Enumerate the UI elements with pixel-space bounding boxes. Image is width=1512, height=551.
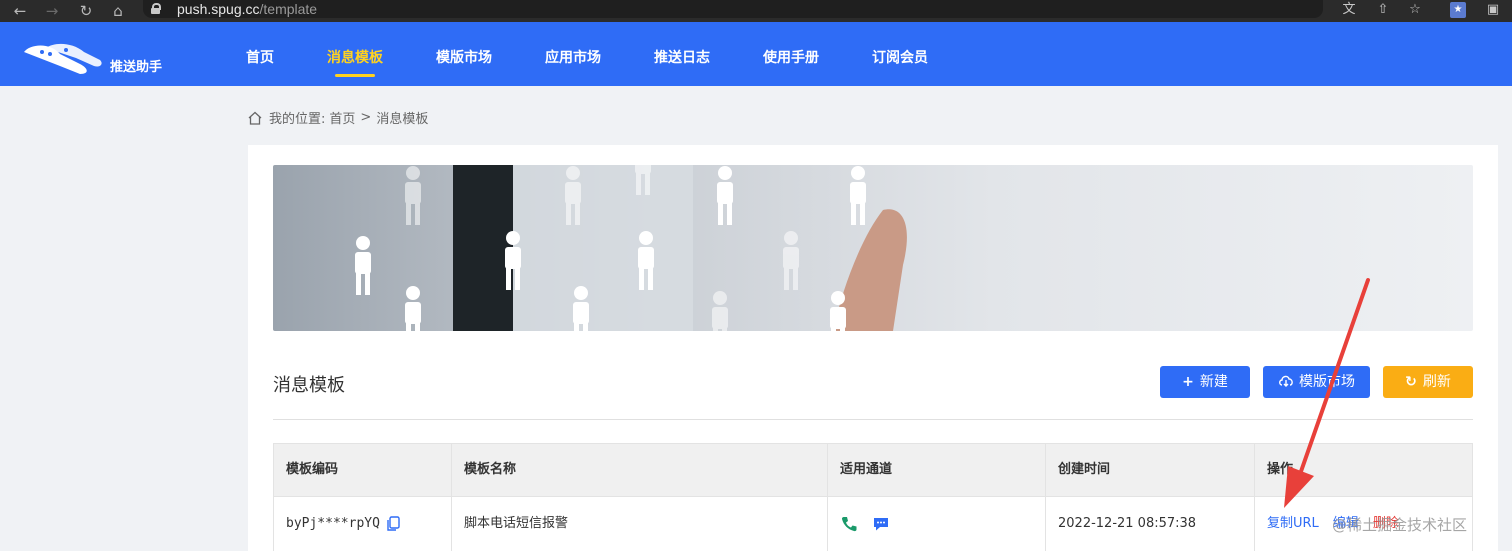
nav-item[interactable]: 应用市场 bbox=[545, 22, 601, 86]
breadcrumb-current: 消息模板 bbox=[376, 112, 429, 127]
template-name-cell: 脚本电话短信报警 bbox=[452, 497, 828, 551]
address-bar[interactable]: push.spug.cc/template bbox=[143, 0, 1323, 18]
column-header: 模板编码 bbox=[274, 444, 452, 496]
reload-icon[interactable]: ↻ bbox=[76, 1, 96, 21]
template-name: 脚本电话短信报警 bbox=[464, 516, 569, 531]
annotation-arrow bbox=[1284, 278, 1370, 508]
plus-icon: + bbox=[1182, 374, 1194, 390]
brand-name: 推送助手 bbox=[110, 60, 163, 75]
breadcrumb-separator: > bbox=[360, 110, 372, 125]
column-header: 适用通道 bbox=[828, 444, 1046, 496]
translate-icon[interactable]: 文 bbox=[1340, 1, 1358, 19]
copy-icon[interactable] bbox=[386, 516, 400, 532]
nav-item[interactable]: 首页 bbox=[246, 22, 274, 86]
nav-item[interactable]: 模版市场 bbox=[436, 22, 492, 86]
url-text: push.spug.cc/template bbox=[177, 1, 318, 17]
nav-item[interactable]: 使用手册 bbox=[763, 22, 819, 86]
new-button[interactable]: + 新建 bbox=[1160, 366, 1250, 398]
lock-icon bbox=[151, 3, 161, 14]
extension-icon[interactable]: ★ bbox=[1450, 2, 1466, 18]
home-nav-icon[interactable]: ⌂ bbox=[108, 1, 128, 21]
sms-icon bbox=[874, 518, 888, 531]
bookmark-star-icon[interactable]: ☆ bbox=[1406, 1, 1424, 19]
column-header: 模板名称 bbox=[452, 444, 828, 496]
column-header: 创建时间 bbox=[1046, 444, 1255, 496]
card-title: 消息模板 bbox=[273, 375, 345, 396]
back-icon[interactable]: ← bbox=[10, 1, 30, 21]
template-code: byPj****rpYQ bbox=[286, 516, 380, 531]
site-header: 推送助手 首页 消息模板 模版市场 应用市场 推送日志 使用手册 订阅会员 bbox=[0, 22, 1512, 86]
breadcrumb-home[interactable]: 首页 bbox=[329, 108, 355, 127]
share-icon[interactable]: ⇧ bbox=[1374, 1, 1392, 19]
template-code-cell: byPj****rpYQ bbox=[274, 497, 452, 551]
watermark: @稀土掘金技术社区 bbox=[1332, 516, 1468, 534]
forward-icon[interactable]: → bbox=[42, 1, 62, 21]
created-time-cell: 2022-12-21 08:57:38 bbox=[1046, 497, 1255, 551]
channels-cell bbox=[828, 497, 1046, 551]
main-nav: 首页 消息模板 模版市场 应用市场 推送日志 使用手册 订阅会员 bbox=[246, 22, 981, 86]
browser-toolbar: ← → ↻ ⌂ push.spug.cc/template 文 ⇧ ☆ ★ ▣ bbox=[0, 0, 1512, 22]
window-icon[interactable]: ▣ bbox=[1484, 1, 1502, 19]
created-time: 2022-12-21 08:57:38 bbox=[1058, 516, 1197, 531]
refresh-icon: ↻ bbox=[1405, 374, 1417, 390]
home-icon bbox=[248, 111, 262, 125]
refresh-button[interactable]: ↻ 刷新 bbox=[1383, 366, 1473, 398]
nav-item[interactable]: 消息模板 bbox=[327, 22, 383, 86]
breadcrumb-prefix: 我的位置: bbox=[269, 112, 326, 127]
breadcrumb: 我的位置: 首页 > 消息模板 bbox=[247, 108, 428, 127]
phone-icon bbox=[841, 517, 857, 532]
nav-item[interactable]: 推送日志 bbox=[654, 22, 710, 86]
nav-item[interactable]: 订阅会员 bbox=[872, 22, 928, 86]
logo-icon[interactable] bbox=[20, 40, 104, 80]
